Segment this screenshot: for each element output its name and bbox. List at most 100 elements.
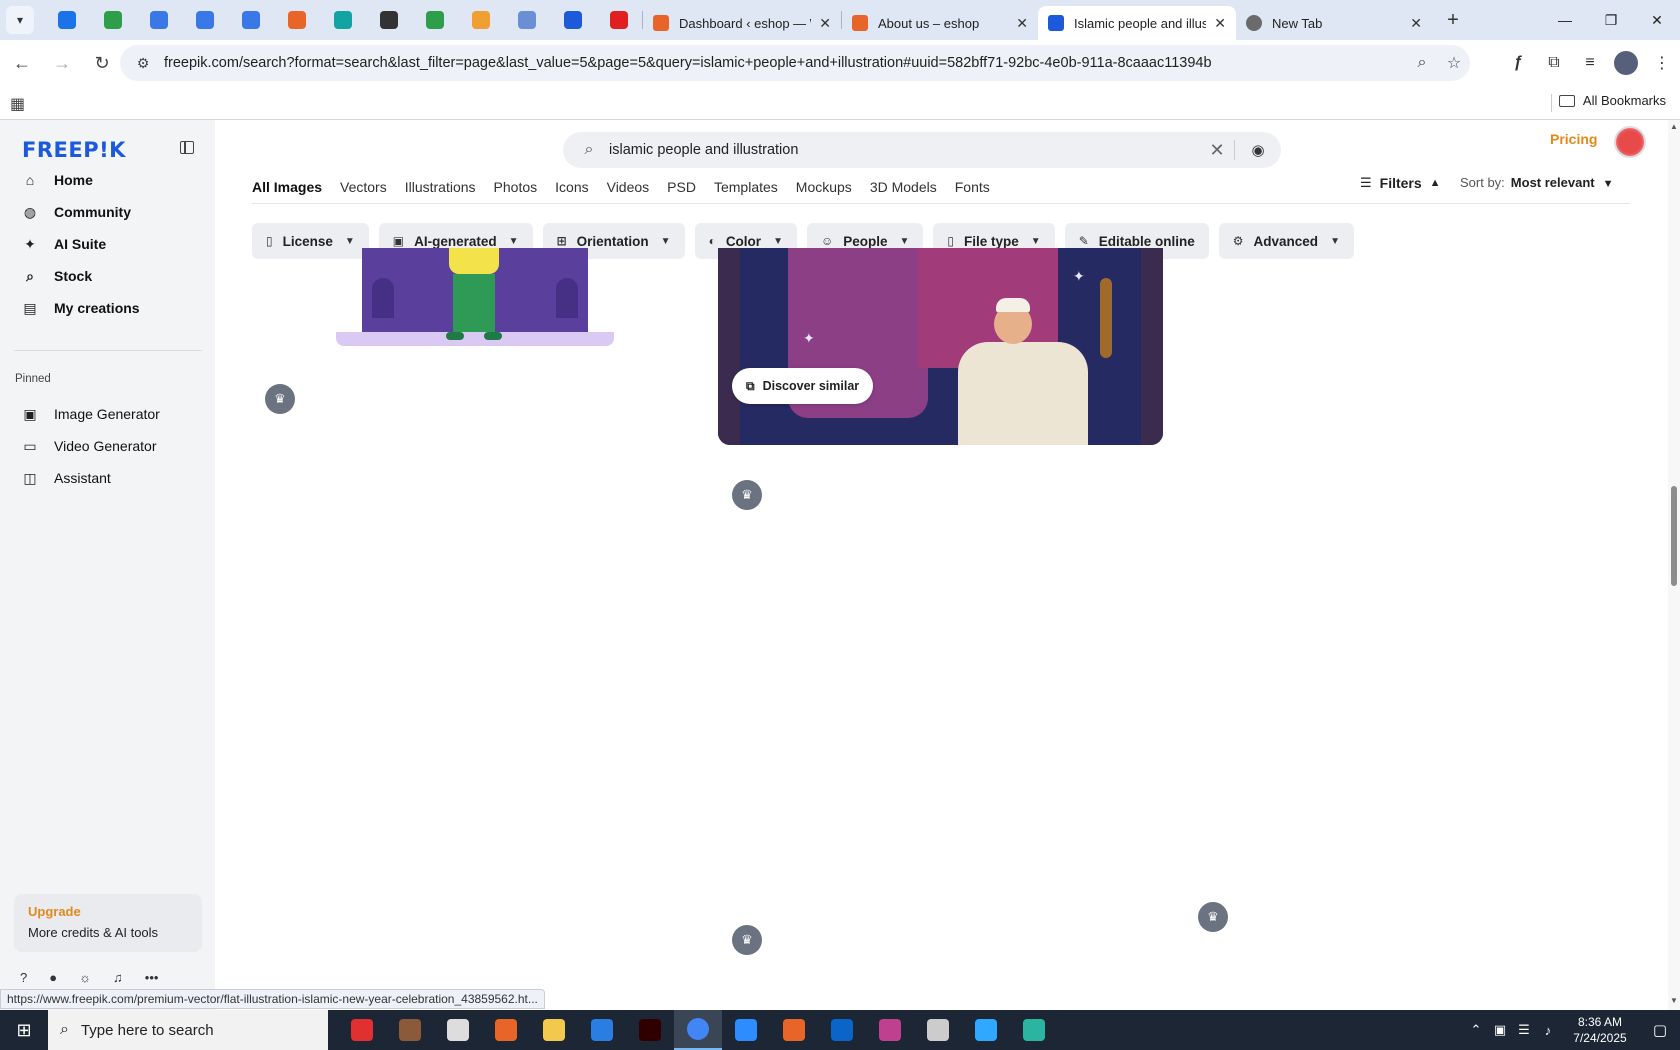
tab-about-us[interactable]: About us – eshop ✕: [842, 6, 1038, 40]
taskbar-app[interactable]: [914, 1010, 962, 1050]
result-image-family-celebration[interactable]: ✦ ✦ ⧉ Discover similar: [718, 248, 1163, 445]
premium-crown-icon[interactable]: ♛: [732, 480, 762, 510]
pinned-tab[interactable]: [412, 0, 458, 40]
volume-icon[interactable]: ♪: [1536, 1023, 1560, 1038]
close-tab-icon[interactable]: ✕: [1214, 15, 1226, 32]
discord-icon[interactable]: ●: [49, 970, 57, 985]
notifications-bell-icon[interactable]: ♫: [113, 970, 123, 985]
tab-all-images[interactable]: All Images: [252, 172, 322, 202]
close-tab-icon[interactable]: ✕: [1016, 15, 1028, 32]
theme-sun-icon[interactable]: ☼: [79, 970, 91, 985]
forward-icon[interactable]: →: [44, 45, 80, 81]
sidebar-item-stock[interactable]: ⌕ Stock: [14, 260, 204, 292]
tab-fonts[interactable]: Fonts: [955, 172, 990, 202]
media-control-icon[interactable]: ≡: [1572, 45, 1608, 81]
sidebar-item-video-generator[interactable]: ▭ Video Generator: [14, 430, 204, 462]
close-window-icon[interactable]: ✕: [1634, 0, 1680, 40]
taskbar-app[interactable]: [578, 1010, 626, 1050]
taskbar-app[interactable]: [770, 1010, 818, 1050]
network-icon[interactable]: ▣: [1488, 1022, 1512, 1038]
tab-search-button[interactable]: ▾: [6, 6, 34, 34]
pinned-tab[interactable]: [458, 0, 504, 40]
sidebar-item-ai-suite[interactable]: ✦ AI Suite: [14, 228, 204, 260]
taskbar-app[interactable]: [530, 1010, 578, 1050]
premium-crown-icon[interactable]: ♛: [265, 384, 295, 414]
pinned-tab[interactable]: [366, 0, 412, 40]
profile-avatar[interactable]: [1614, 51, 1638, 75]
tab-freepik-active[interactable]: Islamic people and illustra ✕: [1038, 6, 1236, 40]
notifications-icon[interactable]: ▢: [1640, 1021, 1680, 1039]
user-avatar[interactable]: [1614, 126, 1646, 158]
result-image-boy-mosque[interactable]: [336, 248, 614, 370]
windows-start-icon[interactable]: ⊞: [0, 1010, 48, 1050]
browser-menu-icon[interactable]: ⋮: [1644, 45, 1680, 81]
back-icon[interactable]: ←: [4, 45, 40, 81]
tab-3d-models[interactable]: 3D Models: [870, 172, 937, 202]
close-tab-icon[interactable]: ✕: [819, 15, 831, 32]
upgrade-card[interactable]: Upgrade More credits & AI tools: [14, 894, 202, 952]
sidebar-collapse-icon[interactable]: [180, 141, 194, 154]
taskbar-app[interactable]: [434, 1010, 482, 1050]
tab-new-tab[interactable]: New Tab ✕: [1236, 6, 1432, 40]
taskbar-app[interactable]: [866, 1010, 914, 1050]
sidebar-item-my-creations[interactable]: ▤ My creations: [14, 292, 204, 324]
taskbar-app[interactable]: [962, 1010, 1010, 1050]
page-scrollbar[interactable]: ▲ ▼: [1668, 120, 1680, 1010]
pinned-tab[interactable]: [44, 0, 90, 40]
premium-crown-icon[interactable]: ♛: [1198, 902, 1228, 932]
pricing-link[interactable]: Pricing: [1550, 131, 1597, 147]
tab-templates[interactable]: Templates: [714, 172, 778, 202]
minimize-icon[interactable]: —: [1542, 0, 1588, 40]
taskbar-app[interactable]: [386, 1010, 434, 1050]
scrollbar-thumb[interactable]: [1671, 486, 1677, 586]
filter-advanced[interactable]: ⚙ Advanced ▼: [1218, 223, 1354, 259]
sidebar-item-image-generator[interactable]: ▣ Image Generator: [14, 398, 204, 430]
pinned-tab[interactable]: [228, 0, 274, 40]
filters-toggle[interactable]: ☰ Filters ▲: [1360, 175, 1441, 191]
restore-icon[interactable]: ❐: [1588, 0, 1634, 40]
tab-illustrations[interactable]: Illustrations: [405, 172, 476, 202]
address-bar[interactable]: ⚙ freepik.com/search?format=search&last_…: [120, 45, 1470, 81]
search-input[interactable]: islamic people and illustration: [609, 142, 1200, 158]
bookmark-star-icon[interactable]: ☆: [1438, 53, 1470, 73]
tab-videos[interactable]: Videos: [607, 172, 650, 202]
new-tab-button[interactable]: +: [1438, 5, 1468, 35]
sidebar-item-community[interactable]: ◍ Community: [14, 196, 204, 228]
taskbar-app[interactable]: [482, 1010, 530, 1050]
sort-dropdown[interactable]: Sort by: Most relevant ▼: [1460, 175, 1614, 190]
pinned-tab[interactable]: [320, 0, 366, 40]
all-bookmarks-button[interactable]: All Bookmarks: [1558, 93, 1666, 108]
taskbar-app[interactable]: [338, 1010, 386, 1050]
pinned-tab[interactable]: [182, 0, 228, 40]
tab-dashboard[interactable]: Dashboard ‹ eshop — Wo ✕: [643, 6, 841, 40]
premium-crown-icon[interactable]: ♛: [732, 925, 762, 955]
taskbar-app[interactable]: [722, 1010, 770, 1050]
more-icon[interactable]: •••: [145, 970, 159, 985]
pinned-tab[interactable]: [550, 0, 596, 40]
discover-similar-button[interactable]: ⧉ Discover similar: [732, 368, 874, 404]
tab-photos[interactable]: Photos: [494, 172, 538, 202]
url-text[interactable]: freepik.com/search?format=search&last_fi…: [164, 55, 1406, 71]
pinned-tab[interactable]: [596, 0, 642, 40]
taskbar-app[interactable]: [818, 1010, 866, 1050]
reload-icon[interactable]: ↻: [84, 45, 120, 81]
pinned-tab[interactable]: [90, 0, 136, 40]
apps-grid-icon[interactable]: ▦: [10, 94, 25, 114]
sidebar-item-assistant[interactable]: ◫ Assistant: [14, 462, 204, 494]
scroll-down-icon[interactable]: ▼: [1670, 996, 1678, 1005]
taskbar-app[interactable]: [626, 1010, 674, 1050]
wifi-icon[interactable]: ☰: [1512, 1022, 1536, 1038]
taskbar-clock[interactable]: 8:36 AM 7/24/2025: [1560, 1014, 1640, 1046]
clear-search-icon[interactable]: ✕: [1200, 140, 1234, 161]
tab-psd[interactable]: PSD: [667, 172, 696, 202]
zoom-icon[interactable]: ⌕: [1406, 54, 1438, 72]
extensions-puzzle-icon[interactable]: ⧉: [1536, 45, 1572, 81]
extension-f-icon[interactable]: ƒ: [1500, 45, 1536, 81]
tab-vectors[interactable]: Vectors: [340, 172, 387, 202]
sidebar-item-home[interactable]: ⌂ Home: [14, 164, 204, 196]
pinned-tab[interactable]: [136, 0, 182, 40]
freepik-logo[interactable]: FREEP!K: [22, 138, 126, 162]
pinned-tab[interactable]: [504, 0, 550, 40]
taskbar-app[interactable]: [674, 1010, 722, 1050]
help-icon[interactable]: ?: [20, 970, 27, 985]
